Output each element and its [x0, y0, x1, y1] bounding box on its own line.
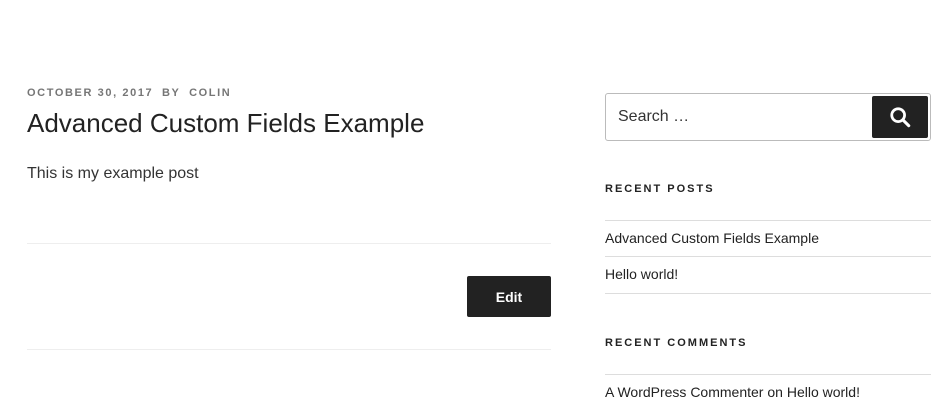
list-item: Hello world! [605, 256, 931, 294]
comment-on-label: on [767, 384, 783, 400]
recent-posts-title: RECENT POSTS [605, 183, 715, 195]
edit-post-button[interactable]: Edit [467, 276, 551, 317]
list-item: Advanced Custom Fields Example [605, 220, 931, 256]
list-item: A WordPress Commenter on Hello world! [605, 374, 931, 410]
recent-post-link[interactable]: Advanced Custom Fields Example [605, 230, 819, 246]
byline-label: BY [161, 87, 181, 99]
recent-posts-list: Advanced Custom Fields Example Hello wor… [605, 220, 931, 294]
post-author-link[interactable]: COLIN [189, 87, 231, 99]
search-form [605, 93, 931, 141]
search-input[interactable] [606, 94, 864, 140]
post-date-link[interactable]: OCTOBER 30, 2017 [27, 87, 153, 99]
comment-post-link[interactable]: Hello world! [787, 384, 860, 400]
search-icon [890, 107, 911, 128]
recent-post-link[interactable]: Hello world! [605, 266, 678, 282]
recent-comments-list: A WordPress Commenter on Hello world! [605, 374, 931, 410]
entry-meta: OCTOBER 30, 2017 BY COLIN [27, 87, 231, 99]
recent-comments-title: RECENT COMMENTS [605, 337, 748, 349]
footer-divider [27, 349, 551, 350]
content-divider [27, 243, 551, 244]
comment-author-link[interactable]: A WordPress Commenter [605, 384, 763, 400]
post-title: Advanced Custom Fields Example [27, 108, 425, 138]
search-submit-button[interactable] [872, 96, 928, 138]
page: OCTOBER 30, 2017 BY COLIN Advanced Custo… [0, 0, 948, 411]
post-content: This is my example post [27, 165, 199, 182]
